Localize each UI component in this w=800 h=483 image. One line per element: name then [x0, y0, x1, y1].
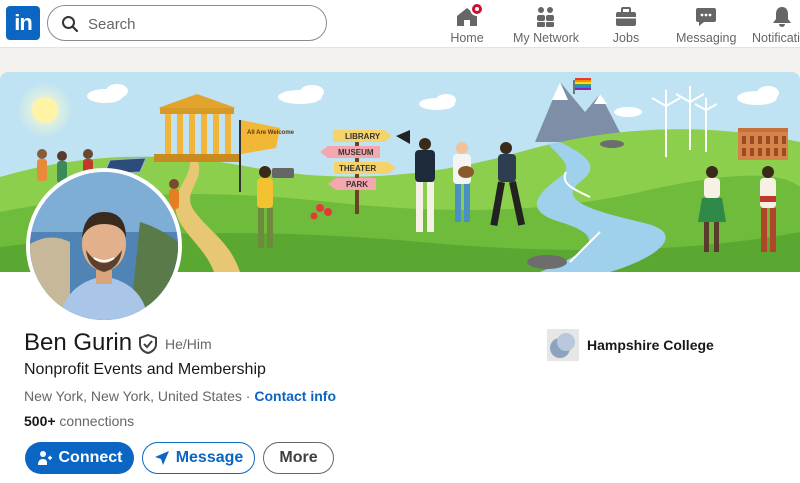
contact-info-link[interactable]: Contact info: [254, 388, 336, 404]
search-box[interactable]: [47, 5, 327, 41]
banner-sign-theater: THEATER: [339, 164, 376, 173]
message-button[interactable]: Message: [142, 442, 255, 474]
top-nav: in Home My Network Jobs: [0, 0, 800, 48]
bell-icon: [773, 7, 791, 27]
connections-number: 500+: [24, 413, 56, 429]
banner-sign-museum: MUSEUM: [338, 148, 374, 157]
profile-headline: Nonprofit Events and Membership: [24, 361, 266, 378]
notification-badge: [470, 2, 484, 16]
profile-card: All Are Welcome LIBRARY MUSEUM THEATER P…: [0, 72, 800, 483]
nav-messaging-label: Messaging: [676, 31, 737, 45]
briefcase-icon: [616, 7, 636, 26]
search-icon: [62, 16, 79, 33]
avatar-photo: [30, 172, 178, 320]
message-button-label: Message: [175, 449, 244, 466]
school-name: Hampshire College: [587, 337, 714, 353]
nav-my-network[interactable]: My Network: [512, 2, 580, 46]
nav-jobs-label: Jobs: [612, 31, 640, 45]
profile-location-line: New York, New York, United States · Cont…: [24, 388, 336, 404]
banner-flag-text: All Are Welcome: [247, 130, 295, 136]
school-logo: [547, 329, 579, 361]
more-button-label: More: [279, 449, 318, 466]
search-input[interactable]: [88, 13, 308, 35]
linkedin-logo[interactable]: in: [6, 6, 40, 40]
network-icon: [537, 7, 554, 27]
nav-notifications[interactable]: Notificati: [752, 2, 800, 46]
more-button[interactable]: More: [263, 442, 334, 474]
nav-notifications-label: Notificati: [752, 31, 800, 45]
nav-my-network-label: My Network: [513, 31, 579, 45]
nav-home-label: Home: [450, 31, 484, 45]
nav-home[interactable]: Home: [446, 2, 488, 46]
connect-button[interactable]: Connect: [25, 442, 134, 474]
profile-pronouns: He/Him: [165, 336, 212, 352]
connect-button-label: Connect: [58, 449, 123, 466]
profile-school[interactable]: Hampshire College: [547, 329, 714, 361]
banner-sign-park: PARK: [346, 180, 368, 189]
profile-location: New York, New York, United States: [24, 388, 242, 404]
add-person-icon: [37, 451, 52, 465]
send-icon: [154, 451, 169, 465]
verified-shield-icon[interactable]: [137, 333, 159, 355]
messaging-icon: [696, 8, 716, 26]
nav-jobs[interactable]: Jobs: [606, 2, 646, 46]
connections-count[interactable]: 500+ connections: [24, 413, 134, 429]
connections-label: connections: [55, 413, 135, 429]
location-separator: ·: [241, 388, 255, 404]
profile-avatar[interactable]: [26, 168, 182, 324]
profile-name: Ben Gurin: [24, 329, 133, 356]
nav-messaging[interactable]: Messaging: [676, 2, 736, 46]
banner-sign-library: LIBRARY: [345, 132, 381, 141]
